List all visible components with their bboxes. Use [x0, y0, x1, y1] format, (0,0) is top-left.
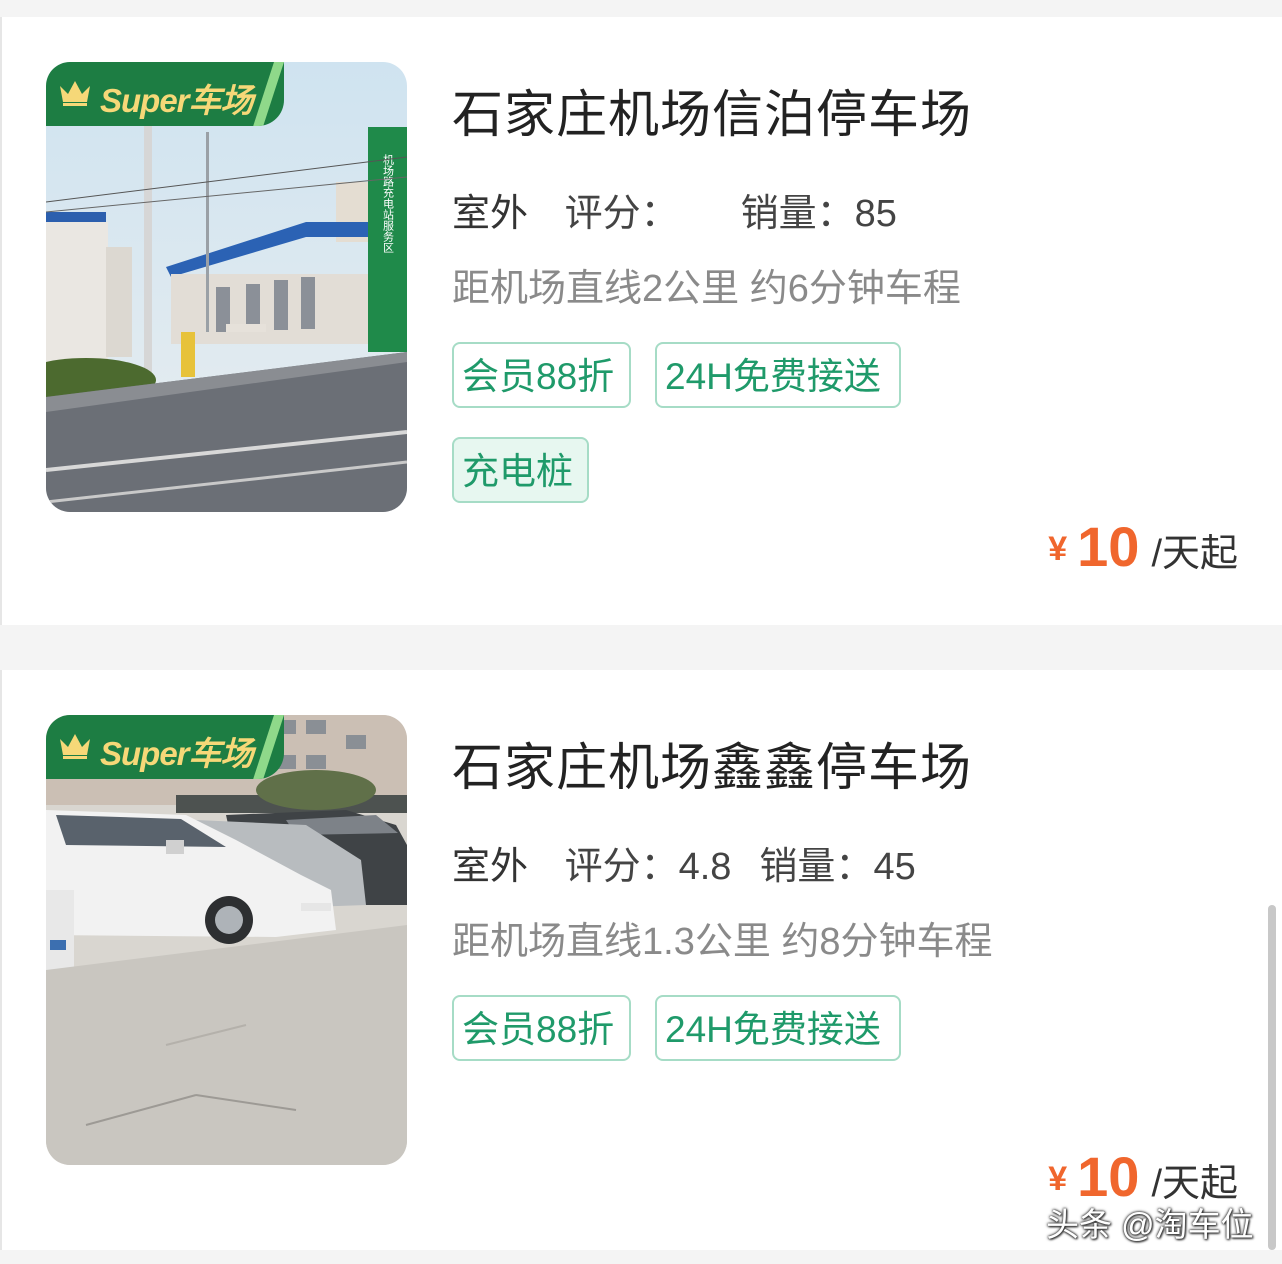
sign-text: 机场路充电站服务区	[382, 153, 395, 253]
price: ¥10/天起	[1048, 514, 1238, 579]
type-label: 室外	[452, 835, 532, 892]
parking-lot-title[interactable]: 石家庄机场鑫鑫停车场	[452, 726, 972, 800]
rating-label: 评分：	[564, 846, 679, 888]
listing-meta: 室外 评分：4.8 销量：45	[452, 835, 916, 892]
currency-symbol: ¥	[1048, 1160, 1068, 1198]
price-unit: /天起	[1151, 533, 1238, 575]
parking-listing-card[interactable]: 机场路充电站服务区 Super车场 石家庄机场信泊停车场 室外 评分： 销量：8…	[0, 17, 1282, 625]
tag-charging-pile: 充电桩	[452, 437, 589, 503]
parking-lot-photo-scene: 机场路充电站服务区	[46, 62, 407, 512]
sales-value: 85	[854, 193, 897, 235]
tag-member-discount: 会员88折	[452, 342, 631, 408]
parking-listing-card[interactable]: Super车场 石家庄机场鑫鑫停车场 室外 评分：4.8 销量：45 距机场直线1…	[0, 670, 1282, 1250]
rating-value: 4.8	[678, 846, 732, 888]
currency-symbol: ¥	[1048, 530, 1068, 568]
parking-lot-title[interactable]: 石家庄机场信泊停车场	[452, 73, 972, 147]
sales-label: 销量：	[740, 193, 855, 235]
watermark: 头条 @淘车位	[1046, 1206, 1254, 1243]
parking-lot-photo[interactable]: Super车场	[46, 715, 407, 1165]
type-label: 室外	[452, 182, 532, 239]
sales-value: 45	[873, 846, 916, 888]
sales-label: 销量：	[759, 846, 874, 888]
super-parking-badge: Super车场	[46, 62, 284, 126]
tag-free-shuttle: 24H免费接送	[655, 995, 901, 1061]
parking-lot-photo[interactable]: 机场路充电站服务区 Super车场	[46, 62, 407, 512]
tag-member-discount: 会员88折	[452, 995, 631, 1061]
distance-text: 距机场直线1.3公里 约8分钟车程	[452, 921, 993, 963]
tag-free-shuttle: 24H免费接送	[655, 342, 901, 408]
crown-icon	[60, 81, 90, 106]
listing-meta: 室外 评分： 销量：85	[452, 182, 897, 239]
badge-label: Super车场	[100, 735, 254, 772]
super-parking-badge: Super车场	[46, 715, 284, 779]
parking-lot-photo-scene	[46, 715, 407, 1165]
scrollbar[interactable]	[1268, 905, 1276, 1250]
rating-label: 评分：	[564, 193, 679, 235]
distance-text: 距机场直线2公里 约6分钟车程	[452, 268, 961, 310]
crown-icon	[60, 734, 90, 759]
price-value: 10	[1077, 515, 1140, 578]
badge-label: Super车场	[100, 82, 254, 119]
